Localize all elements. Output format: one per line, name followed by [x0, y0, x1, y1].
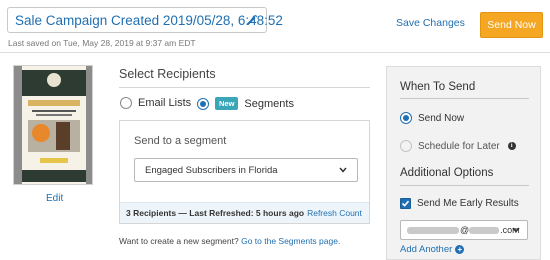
campaign-title: Sale Campaign Created 2019/05/28, 6:48:5…: [15, 12, 283, 28]
chevron-down-icon: [339, 167, 347, 173]
when-to-send-heading: When To Send: [400, 81, 476, 93]
schedule-later-option[interactable]: Schedule for Later i: [400, 140, 516, 152]
early-results-option[interactable]: Send Me Early Results: [400, 198, 519, 209]
early-results-checkbox[interactable]: [400, 198, 411, 209]
add-another-link[interactable]: Add Another +: [400, 244, 465, 255]
recipient-option-segments[interactable]: New Segments: [197, 97, 294, 110]
radio-label: Segments: [244, 97, 294, 110]
select-recipients-heading: Select Recipients: [119, 67, 216, 81]
segments-page-link[interactable]: Go to the Segments page.: [241, 236, 340, 246]
last-saved-text: Last saved on Tue, May 28, 2019 at 9:37 …: [8, 38, 196, 48]
plus-icon: +: [455, 245, 465, 254]
edit-email-link[interactable]: Edit: [46, 193, 63, 204]
create-segment-hint: Want to create a new segment? Go to the …: [119, 236, 340, 246]
preview-text-line: [32, 110, 76, 112]
refresh-count-link[interactable]: Refresh Count: [307, 208, 362, 218]
segment-count-footer: 3 Recipients — Last Refreshed: 5 hours a…: [120, 202, 369, 223]
send-now-option[interactable]: Send Now: [400, 112, 464, 124]
send-now-button[interactable]: Send Now: [480, 12, 543, 38]
email-at: @: [460, 225, 470, 235]
radio-segments[interactable]: [197, 97, 209, 110]
additional-options-heading: Additional Options: [400, 167, 494, 179]
recipient-count: 3 Recipients — Last Refreshed: 5 hours a…: [126, 208, 305, 218]
radio-label: Schedule for Later: [418, 140, 500, 152]
send-options-panel: When To Send Send Now Schedule for Later…: [386, 66, 541, 260]
radio-label: Send Now: [418, 112, 465, 124]
preview-logo: [47, 73, 61, 87]
preview-footer: [22, 170, 86, 182]
new-badge: New: [215, 97, 239, 110]
segment-select[interactable]: Engaged Subscribers in Florida: [134, 158, 358, 182]
segment-label: Send to a segment: [134, 135, 227, 147]
preview-image-figure: [56, 122, 70, 150]
pencil-icon[interactable]: [245, 13, 259, 27]
create-segment-text: Want to create a new segment?: [119, 236, 239, 246]
header-divider: [0, 52, 550, 53]
checkmark-icon: [401, 200, 410, 207]
recipient-option-email-lists[interactable]: Email Lists: [120, 97, 191, 109]
preview-text-line: [36, 114, 72, 116]
chevron-down-icon: [512, 227, 520, 233]
radio-send-now[interactable]: [400, 112, 412, 124]
early-results-email-select[interactable]: @ .com: [400, 220, 528, 240]
checkbox-label: Send Me Early Results: [417, 198, 519, 209]
email-preview-thumbnail[interactable]: [13, 65, 93, 185]
campaign-title-field[interactable]: Sale Campaign Created 2019/05/28, 6:48:5…: [7, 7, 283, 33]
save-changes-link[interactable]: Save Changes: [396, 17, 465, 29]
info-icon[interactable]: i: [507, 142, 516, 150]
preview-banner: [28, 100, 80, 106]
section-divider: [400, 185, 529, 186]
preview-cta: [40, 158, 68, 163]
segment-selected-value: Engaged Subscribers in Florida: [145, 164, 278, 176]
section-divider: [400, 98, 529, 99]
segment-panel: Send to a segment Engaged Subscribers in…: [119, 120, 370, 224]
radio-label: Email Lists: [138, 97, 192, 109]
redacted-email-domain: [469, 226, 500, 234]
radio-schedule-later[interactable]: [400, 140, 412, 152]
preview-image-orange: [32, 124, 50, 142]
add-another-label: Add Another: [400, 244, 453, 255]
radio-email-lists[interactable]: [120, 97, 132, 109]
section-divider: [119, 87, 370, 88]
redacted-email-user: [407, 226, 459, 234]
